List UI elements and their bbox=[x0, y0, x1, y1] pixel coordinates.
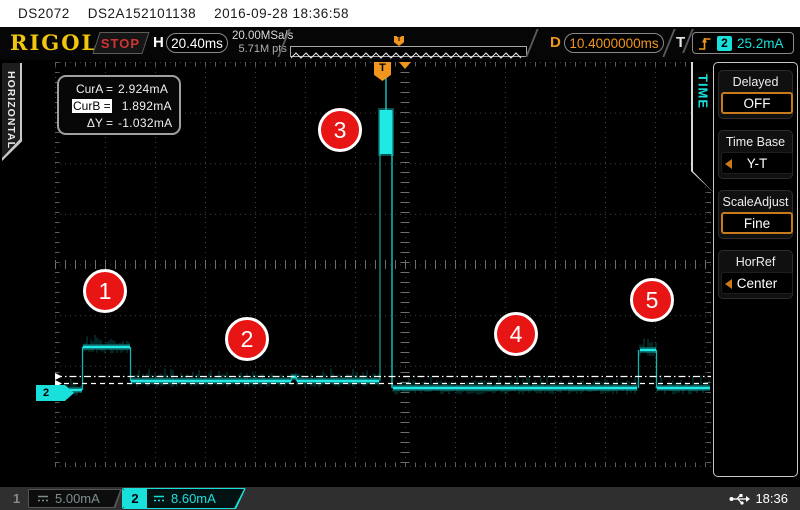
annotation-circle-1: 1 bbox=[83, 269, 127, 313]
left-arrow-icon bbox=[725, 159, 732, 169]
tab-horizontal[interactable]: HORIZONTAL bbox=[2, 63, 22, 161]
trigger-level-readout: 25.2mA bbox=[737, 36, 784, 51]
channel2-scale: 8.60mA bbox=[171, 491, 216, 506]
cursor-row-delta: ΔY = -1.032mA bbox=[63, 114, 173, 131]
menu-item-timebase[interactable]: Time Base Y-T bbox=[718, 130, 793, 179]
capture-titlebar: DS2072 DS2A152101138 2016-09-28 18:36:58 bbox=[0, 0, 800, 27]
menu-item-horref[interactable]: HorRef Center bbox=[718, 250, 793, 299]
rising-edge-icon bbox=[698, 35, 712, 52]
display-area: HORIZONTAL T CurA = 2.924mA CurB = 1.892… bbox=[0, 60, 800, 487]
channel-statusbar: 1 5.00mA 2 8.60mA bbox=[0, 487, 800, 510]
run-status-badge: STOP bbox=[92, 32, 149, 54]
horizontal-reference-icon bbox=[399, 62, 411, 69]
cursor-row-b: CurB = 1.892mA bbox=[63, 97, 173, 114]
memory-waveform-strip bbox=[290, 46, 527, 57]
oscilloscope-screen: DS2072 DS2A152101138 2016-09-28 18:36:58… bbox=[0, 0, 800, 510]
memory-waveform-icon bbox=[291, 51, 526, 60]
annotation-circle-4: 4 bbox=[494, 312, 538, 356]
channel1-box[interactable]: 5.00mA bbox=[28, 489, 122, 508]
softkey-menu: Delayed OFF Time Base Y-T ScaleAdjust Fi… bbox=[713, 62, 798, 477]
clock-area: 18:36 bbox=[729, 491, 788, 506]
serial-label: DS2A152101138 bbox=[88, 6, 196, 21]
horref-value[interactable]: Center bbox=[721, 272, 793, 294]
graticule-plot: T CurA = 2.924mA CurB = 1.892mA ΔY = -1.… bbox=[55, 62, 711, 467]
channel2-number: 2 bbox=[123, 489, 147, 508]
scaleadjust-value[interactable]: Fine bbox=[721, 212, 793, 234]
cursor-measurement-box[interactable]: CurA = 2.924mA CurB = 1.892mA ΔY = -1.03… bbox=[57, 75, 181, 135]
datetime-label: 2016-09-28 18:36:58 bbox=[214, 6, 349, 21]
usb-icon bbox=[729, 493, 751, 505]
trigger-info-box: 2 25.2mA bbox=[692, 32, 794, 54]
channel1-scale: 5.00mA bbox=[55, 491, 100, 506]
dc-coupling-icon bbox=[37, 494, 49, 503]
tab-time-menu[interactable]: TIME bbox=[691, 62, 713, 192]
rigol-logo: RIGOL bbox=[10, 30, 98, 55]
status-header: RIGOL STOP H 20.40ms 20.00MSa/s 5.71M pt… bbox=[0, 27, 800, 60]
delayed-value[interactable]: OFF bbox=[721, 92, 793, 114]
timebase-readout: 20.40ms bbox=[166, 33, 228, 53]
horizontal-label: H bbox=[153, 34, 164, 51]
model-label: DS2072 bbox=[18, 6, 70, 21]
menu-item-scaleadjust[interactable]: ScaleAdjust Fine bbox=[718, 190, 793, 239]
annotation-circle-3: 3 bbox=[318, 108, 362, 152]
horizontal-tab-label: HORIZONTAL bbox=[5, 71, 17, 149]
timebase-value[interactable]: Y-T bbox=[721, 152, 793, 174]
delay-label: D bbox=[550, 34, 561, 51]
clock-label: 18:36 bbox=[755, 491, 788, 506]
annotation-circle-5: 5 bbox=[630, 278, 674, 322]
dc-coupling-icon bbox=[153, 494, 165, 503]
channel1-number: 1 bbox=[13, 491, 20, 506]
trigger-source-chip: 2 bbox=[717, 36, 732, 51]
left-arrow-icon bbox=[725, 279, 732, 289]
cursor-row-a: CurA = 2.924mA bbox=[63, 80, 173, 97]
menu-item-delayed[interactable]: Delayed OFF bbox=[718, 70, 793, 119]
channel2-box[interactable]: 2 8.60mA bbox=[122, 488, 246, 509]
time-tab-label: TIME bbox=[696, 74, 711, 109]
memory-trigger-flag-icon: T bbox=[394, 36, 404, 46]
annotation-circle-2: 2 bbox=[225, 317, 269, 361]
trigger-delay-readout: 10.4000000ms bbox=[564, 33, 664, 53]
